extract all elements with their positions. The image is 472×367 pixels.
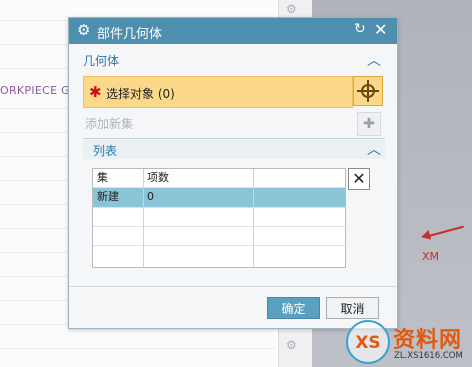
add-new-set-label: 添加新集 xyxy=(85,117,134,131)
footer-divider xyxy=(69,286,397,287)
watermark-title: 资料网 xyxy=(393,328,463,353)
list-section: 列表 ︿ 集 项数 新建 0 ✕ xyxy=(83,138,385,273)
toolbar-icon[interactable]: ⚙ xyxy=(286,338,304,352)
ok-button[interactable]: 确定 xyxy=(267,297,320,319)
grid-line xyxy=(0,348,275,349)
column-divider xyxy=(143,169,144,267)
cell-count: 0 xyxy=(147,190,154,203)
xm-axis-label: XM xyxy=(422,250,440,263)
add-new-set-button[interactable]: ✚ xyxy=(357,112,381,136)
select-object-button[interactable] xyxy=(353,76,383,106)
toolbar-icon[interactable]: ⚙ xyxy=(286,2,304,16)
required-star-icon: ✱ xyxy=(89,83,102,101)
row-divider xyxy=(93,245,345,246)
watermark-url: ZL.XS1616.COM xyxy=(394,351,463,361)
column-header-set[interactable]: 集 xyxy=(93,169,143,187)
gear-icon: ⚙ xyxy=(77,21,91,39)
select-object-label: 选择对象 (0) xyxy=(106,87,175,101)
select-object-row[interactable]: ✱ 选择对象 (0) xyxy=(83,76,353,108)
chevron-up-icon[interactable]: ︿ xyxy=(367,139,381,159)
set-list-table: 集 项数 新建 0 xyxy=(92,168,346,268)
dialog-titlebar[interactable]: ⚙ 部件几何体 ↻ ✕ xyxy=(69,18,397,44)
close-icon[interactable]: ✕ xyxy=(374,20,387,39)
watermark-logo: XS xyxy=(346,320,390,364)
part-geometry-dialog: ⚙ 部件几何体 ↻ ✕ 几何体 ︿ ✱ 选择对象 (0) 添加新集 ✚ 列表 ︿… xyxy=(68,17,398,329)
row-divider xyxy=(93,207,345,208)
row-divider xyxy=(93,226,345,227)
list-section-header[interactable]: 列表 ︿ xyxy=(83,139,385,159)
delete-button[interactable]: ✕ xyxy=(348,168,370,190)
geometry-section-header[interactable]: 几何体 ︿ xyxy=(83,52,385,72)
cancel-button[interactable]: 取消 xyxy=(326,297,379,319)
watermark: XS 资料网 ZL.XS1616.COM xyxy=(346,320,472,367)
column-divider xyxy=(253,169,254,267)
chevron-up-icon[interactable]: ︿ xyxy=(367,50,381,70)
reset-icon[interactable]: ↻ xyxy=(354,21,366,37)
dialog-title: 部件几何体 xyxy=(97,27,163,42)
crosshair-icon-v xyxy=(367,80,369,102)
workpiece-node-text[interactable]: ORKPIECE G xyxy=(0,84,70,97)
geometry-section-title: 几何体 xyxy=(83,54,120,68)
table-row[interactable]: 新建 0 xyxy=(93,188,345,207)
cell-set: 新建 xyxy=(97,190,119,203)
column-header-count[interactable]: 项数 xyxy=(143,169,253,187)
list-section-title: 列表 xyxy=(93,144,118,158)
